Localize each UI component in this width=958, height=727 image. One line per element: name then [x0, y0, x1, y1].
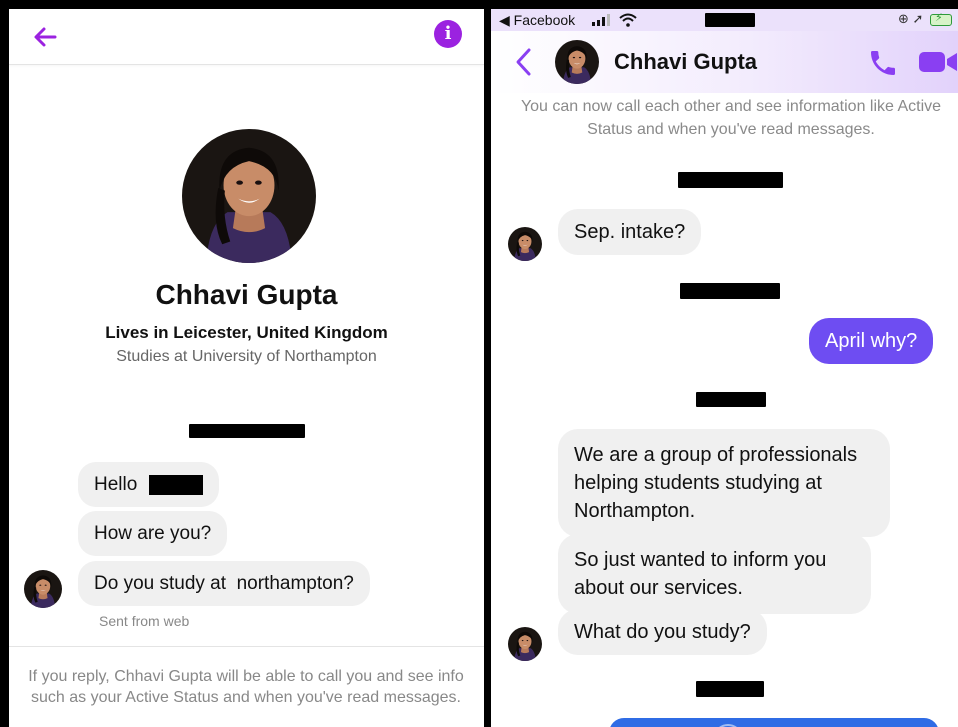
message-text: April why? — [825, 330, 918, 352]
back-chevron-icon[interactable] — [513, 46, 533, 78]
redacted-timestamp — [189, 424, 305, 438]
call-permission-notice: You can now call each other and see info… — [520, 98, 942, 138]
message-text: We are a group of professionals helping … — [574, 444, 858, 522]
status-bar: ◀ Facebook ⊕ ➚ — [491, 9, 958, 31]
message-text: How are you? — [94, 523, 212, 544]
back-arrow-icon[interactable] — [29, 21, 61, 53]
profile-avatar — [182, 129, 316, 263]
info-icon[interactable]: i — [434, 20, 462, 48]
message-bubble[interactable]: Sep. intake? — [558, 209, 702, 255]
redacted-timestamp — [696, 392, 766, 407]
left-chat-panel: i Chhavi Gupta Lives in Leicester, Unite… — [9, 9, 484, 727]
chat-header: Chhavi Gupta — [491, 31, 958, 93]
profile-name: Chhavi Gupta — [155, 279, 338, 310]
redacted-time — [705, 13, 755, 27]
sender-avatar — [508, 627, 542, 661]
reply-notice: If you reply, Chhavi Gupta will be able … — [28, 668, 464, 706]
message-bubble[interactable]: So just wanted to inform you about our s… — [558, 534, 871, 614]
orientation-lock-icon: ⊕ — [897, 11, 909, 26]
message-bubble[interactable]: How are you? — [78, 511, 228, 556]
message-bubble[interactable]: Hello — [78, 462, 219, 507]
message-bubble[interactable]: Do you study at northampton? — [78, 561, 370, 606]
redacted-name — [148, 474, 203, 495]
message-text: Hello — [94, 474, 138, 495]
status-icons: ⊕ ➚ — [898, 11, 952, 27]
redacted-timestamp — [678, 172, 783, 188]
return-to-app-link[interactable]: ◀ Facebook — [499, 12, 575, 29]
message-text: So just wanted to inform you about our s… — [574, 549, 827, 599]
sender-avatar — [24, 570, 62, 608]
right-chat-panel: ◀ Facebook ⊕ ➚ Chhavi Gupta — [491, 9, 958, 727]
message-bubble[interactable]: What do you study? — [558, 609, 767, 655]
chat-contact-name[interactable]: Chhavi Gupta — [614, 49, 757, 75]
bottom-action-button[interactable] — [609, 718, 939, 727]
battery-charging-icon — [930, 11, 952, 26]
message-bubble[interactable]: We are a group of professionals helping … — [558, 429, 890, 537]
profile-location: Lives in Leicester, United Kingdom — [105, 323, 388, 342]
profile-education: Studies at University of Northampton — [116, 348, 377, 365]
phone-icon[interactable] — [867, 47, 899, 79]
location-icon: ➚ — [912, 11, 924, 26]
header-avatar[interactable] — [555, 40, 599, 84]
wifi-icon — [619, 13, 637, 27]
redacted-timestamp — [680, 283, 780, 299]
video-camera-icon[interactable] — [919, 49, 958, 75]
my-message-bubble[interactable]: April why? — [809, 318, 934, 364]
sender-avatar — [508, 227, 542, 261]
sent-from-label: Sent from web — [99, 613, 190, 629]
message-text: What do you study? — [574, 621, 751, 643]
message-text: Do you study at northampton? — [94, 573, 354, 594]
divider — [9, 646, 484, 647]
message-text: Sep. intake? — [574, 221, 686, 243]
redacted-timestamp — [696, 681, 764, 697]
cellular-signal-icon — [592, 14, 610, 26]
left-header: i — [9, 9, 484, 65]
